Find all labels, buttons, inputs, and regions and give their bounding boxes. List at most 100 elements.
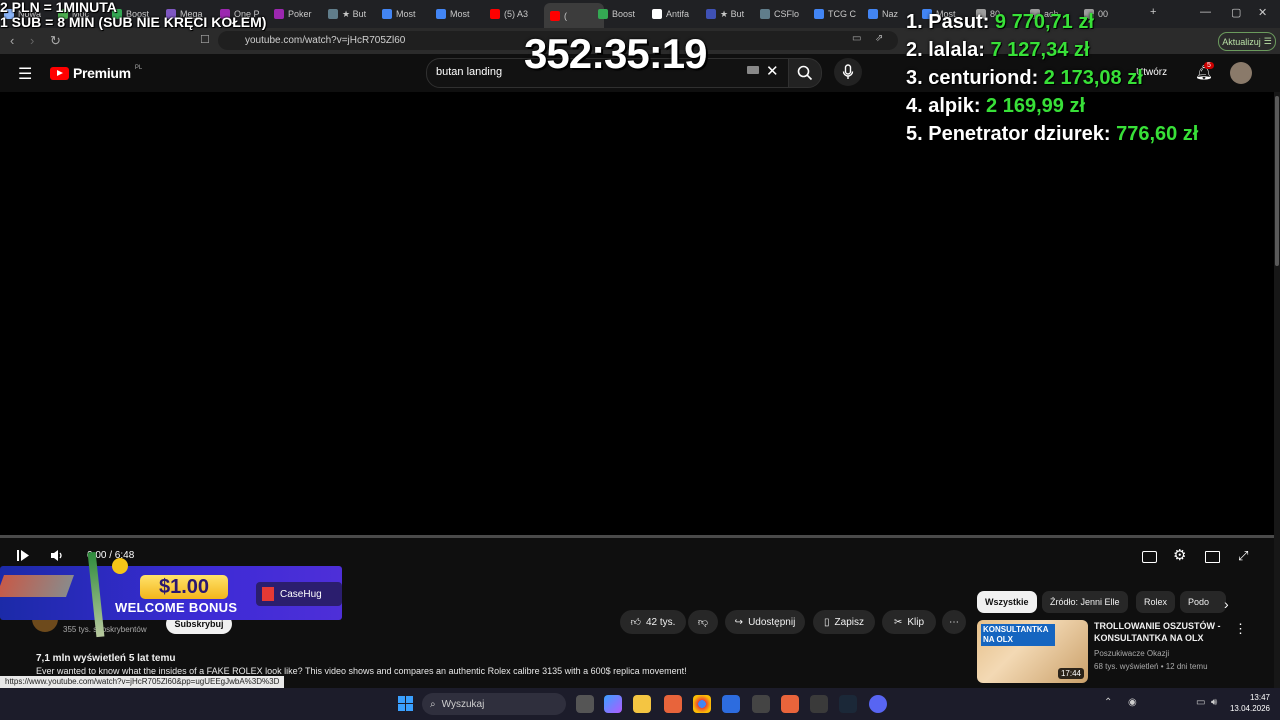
browser-tab[interactable]: Antifa	[652, 4, 700, 24]
avatar[interactable]	[1230, 62, 1252, 84]
leaderboard-row: 2. lalala: 7 127,34 zł	[906, 36, 1198, 64]
taskbar-search[interactable]: ⌕ Wyszukaj	[422, 693, 566, 715]
reload-icon[interactable]: ↻	[50, 33, 61, 49]
menu-icon: ☰	[1263, 36, 1272, 46]
windows-start-icon[interactable]	[398, 696, 413, 711]
tray-app-icon[interactable]: ◉	[1128, 697, 1137, 708]
related-video-channel[interactable]: Poszukiwacze Okazji	[1094, 649, 1169, 658]
volume-tray-icon[interactable]: 🔊︎	[1211, 697, 1217, 708]
scissors-icon: ✂	[893, 616, 903, 628]
more-actions-button[interactable]: ⋯	[942, 610, 966, 634]
cast-icon[interactable]: ▭	[852, 33, 861, 44]
forward-icon[interactable]: ›	[30, 33, 34, 48]
notification-badge: 5	[1204, 62, 1214, 69]
bookmark-icon[interactable]: ☐	[200, 33, 210, 46]
related-more-icon[interactable]: ⋮	[1234, 621, 1247, 637]
description-snippet[interactable]: Ever wanted to know what the insides of …	[36, 666, 687, 676]
settings-gear-icon[interactable]: ⚙︎	[1173, 546, 1186, 564]
tab-label: Most	[450, 9, 470, 19]
leaderboard-row: 1. Pasut: 9 770,71 zł	[906, 8, 1198, 36]
scrollbar-thumb[interactable]	[1275, 96, 1279, 266]
youtube-play-icon	[50, 66, 69, 80]
save-button[interactable]: ▯ Zapisz	[813, 610, 875, 634]
brave-icon[interactable]	[664, 695, 682, 713]
keyboard-icon[interactable]	[747, 66, 759, 74]
tab-favicon-icon	[598, 9, 608, 19]
share-page-icon[interactable]: ⇗	[875, 33, 883, 44]
browser-tab[interactable]: Most	[382, 4, 430, 24]
browser-tab[interactable]: Most	[436, 4, 484, 24]
search-icon: ⌕	[430, 698, 436, 710]
coin-icon	[112, 558, 128, 574]
chip-all[interactable]: Wszystkie	[977, 591, 1037, 613]
progress-bar[interactable]	[0, 535, 1275, 538]
duration-badge: 17:44	[1057, 668, 1084, 679]
related-video-thumbnail[interactable]: KONSULTANTKA NA OLX 17:44	[977, 620, 1088, 683]
search-button[interactable]	[788, 58, 822, 88]
brave-active-icon[interactable]	[781, 695, 799, 713]
subtitles-icon[interactable]	[1142, 551, 1157, 563]
tab-favicon-icon	[706, 9, 716, 19]
pistol-graphic	[0, 575, 75, 597]
tab-favicon-icon	[274, 9, 284, 19]
browser-tab[interactable]: ★ But	[706, 4, 754, 24]
voice-search-button[interactable]	[834, 58, 862, 86]
store-icon[interactable]	[722, 695, 740, 713]
bookmark-save-icon: ▯	[824, 616, 830, 628]
browser-tab[interactable]: (5) A3	[490, 4, 538, 24]
update-button[interactable]: Aktualizuj ☰	[1218, 32, 1276, 51]
maximize-icon[interactable]: ▢	[1231, 6, 1241, 19]
browser-tab[interactable]: TCG C	[814, 4, 862, 24]
minimize-icon[interactable]: —	[1200, 6, 1211, 18]
play-icon[interactable]	[17, 549, 30, 565]
donation-amount: 2 173,08 zł	[1043, 67, 1143, 89]
clear-search-icon[interactable]: ✕	[766, 62, 779, 80]
donor-name: 3. centuriond:	[906, 67, 1039, 89]
tab-label: Boost	[612, 9, 636, 19]
donation-rules-text: 2 PLN = 1MINUTA 1 SUB = 8 MIN (SUB NIE K…	[0, 0, 267, 30]
tab-label: (	[564, 10, 567, 21]
browser-tab[interactable]: ★ But	[328, 4, 376, 24]
hamburger-menu-icon[interactable]: ☰	[18, 64, 32, 84]
copilot-icon[interactable]	[604, 695, 622, 713]
chip-rolex[interactable]: Rolex	[1136, 591, 1176, 613]
thumbs-up-icon: 👍︎	[630, 617, 641, 628]
youtube-logo[interactable]: Premium PL	[50, 65, 142, 81]
search-icon	[797, 65, 813, 81]
fullscreen-icon[interactable]: ⤢	[1238, 548, 1248, 564]
tray-chevron-icon[interactable]: ⌃	[1104, 697, 1112, 708]
wifi-icon[interactable]: ▭	[1196, 697, 1205, 708]
theater-mode-icon[interactable]	[1205, 551, 1220, 563]
leaderboard-row: 4. alpik: 2 169,99 zł	[906, 92, 1198, 120]
chip-source[interactable]: Źródło: Jenni Elle	[1042, 591, 1128, 613]
task-view-icon[interactable]	[576, 695, 594, 713]
chip-more[interactable]: Podo	[1180, 591, 1226, 613]
back-icon[interactable]: ‹	[10, 33, 14, 48]
donation-amount: 7 127,34 zł	[990, 39, 1090, 61]
taskbar-clock[interactable]: 13:47 13.04.2026	[1228, 692, 1270, 714]
share-button[interactable]: ↪ Udostępnij	[725, 610, 805, 634]
calculator-icon[interactable]	[810, 695, 828, 713]
file-explorer-icon[interactable]	[633, 695, 651, 713]
app-icon[interactable]	[752, 695, 770, 713]
video-player[interactable]	[0, 92, 1275, 537]
clip-button[interactable]: ✂ Klip	[882, 610, 936, 634]
tab-label: (5) A3	[504, 9, 529, 19]
tab-favicon-icon	[868, 9, 878, 19]
browser-tab[interactable]: Poker	[274, 4, 322, 24]
steam-icon[interactable]	[839, 695, 857, 713]
dislike-button[interactable]: 👎︎	[688, 610, 718, 634]
chevron-right-icon[interactable]: ›	[1224, 596, 1229, 612]
donation-leaderboard: 1. Pasut: 9 770,71 zł 2. lalala: 7 127,34…	[906, 8, 1198, 148]
browser-tab[interactable]: CSFlo	[760, 4, 808, 24]
close-window-icon[interactable]: ✕	[1258, 6, 1267, 19]
chrome-icon[interactable]	[693, 695, 711, 713]
like-button[interactable]: 👍︎ 42 tys.	[620, 610, 686, 634]
tab-label: TCG C	[828, 9, 856, 19]
tab-label: ★ But	[720, 8, 745, 19]
volume-icon[interactable]	[50, 549, 64, 565]
related-video-title[interactable]: TROLLOWANIE OSZUSTÓW - KONSULTANTKA NA O…	[1094, 620, 1224, 644]
browser-tab[interactable]: Boost	[598, 4, 646, 24]
browser-tab[interactable]: (	[544, 3, 604, 28]
discord-icon[interactable]	[869, 695, 887, 713]
